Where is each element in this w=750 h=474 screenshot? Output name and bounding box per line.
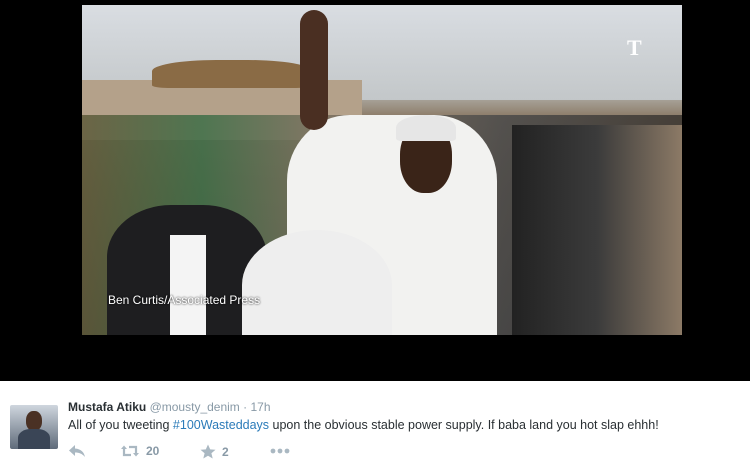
retweet-count: 20 — [146, 444, 160, 458]
tweet-text-before: All of you tweeting — [68, 418, 173, 432]
photo-foreground-cap — [242, 230, 392, 335]
media-container: T Ben Curtis/Associated Press — [0, 0, 750, 381]
tweet-text-after: upon the obvious stable power supply. If… — [269, 418, 659, 432]
star-icon — [200, 444, 216, 459]
favorite-button[interactable]: 2 — [200, 444, 229, 459]
user-handle[interactable]: @mousty_denim — [150, 400, 240, 414]
photo-men-in-suits — [512, 125, 682, 335]
separator: · — [243, 400, 248, 414]
tweet-photo[interactable]: T Ben Curtis/Associated Press — [82, 5, 682, 335]
tweet-text: All of you tweeting #100Wasteddays upon … — [68, 418, 659, 432]
photo-hay — [152, 60, 312, 88]
reply-button[interactable] — [68, 444, 86, 458]
tweet-header: Mustafa Atiku @mousty_denim · 17h — [68, 400, 271, 414]
hashtag-link[interactable]: #100Wasteddays — [173, 418, 269, 432]
avatar-face — [26, 411, 42, 431]
favorite-count: 2 — [222, 444, 229, 459]
nyt-logo-icon: T — [627, 35, 642, 60]
retweet-icon — [121, 445, 139, 457]
photo-raised-arm — [300, 10, 328, 130]
reply-icon — [69, 445, 85, 457]
tweet-timestamp[interactable]: 17h — [250, 400, 270, 414]
avatar-body — [18, 429, 50, 449]
retweet-button[interactable]: 20 — [120, 444, 159, 458]
photo-cap — [396, 115, 456, 141]
photo-shirt — [170, 235, 206, 335]
avatar[interactable] — [10, 405, 58, 449]
more-button[interactable] — [270, 448, 290, 454]
photo-credit: Ben Curtis/Associated Press — [108, 293, 261, 307]
user-name[interactable]: Mustafa Atiku — [68, 400, 146, 414]
more-icon — [270, 448, 290, 454]
